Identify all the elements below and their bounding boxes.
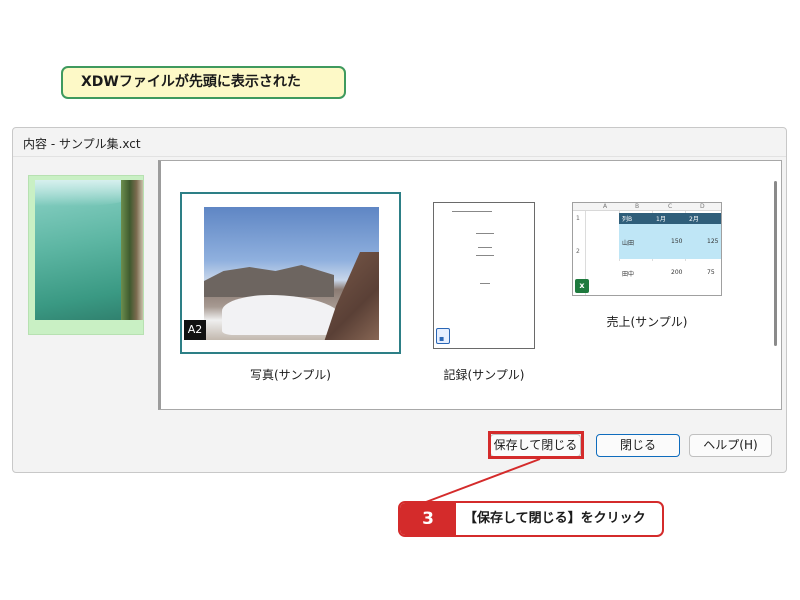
callout-bottom-text: 【保存して閉じる】をクリック [464, 511, 646, 526]
instruction-callout-bottom: 3 【保存して閉じる】をクリック [398, 501, 664, 537]
step-number-badge: 3 [400, 503, 456, 535]
